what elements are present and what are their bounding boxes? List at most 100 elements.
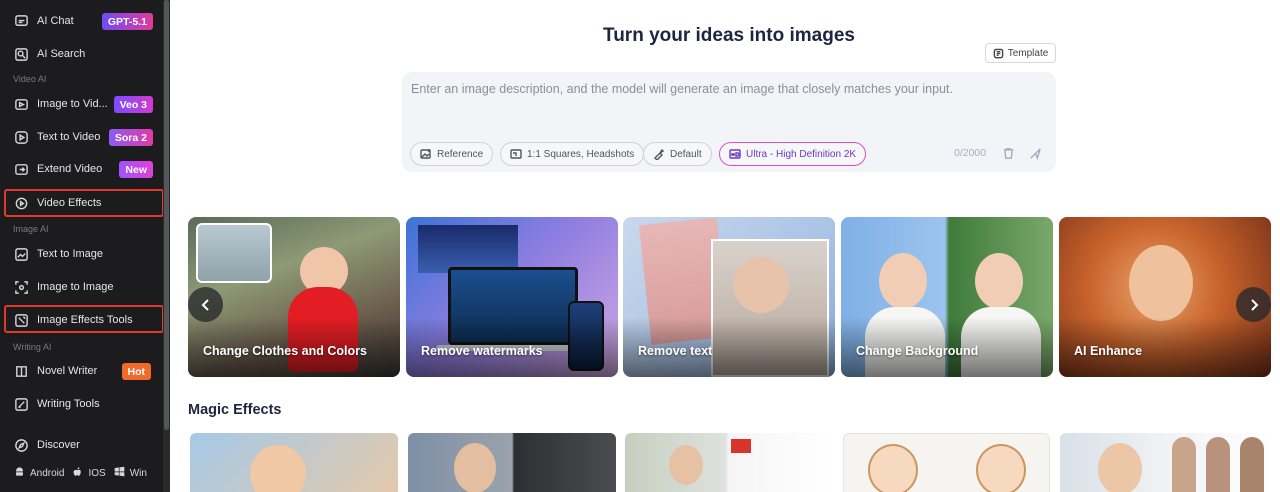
- card-label: Remove watermarks: [421, 344, 543, 358]
- section-writing-ai: Writing AI: [13, 342, 52, 352]
- chevron-left-icon: [201, 298, 209, 311]
- model-face: [733, 257, 789, 313]
- carousel-next-button[interactable]: [1236, 287, 1271, 322]
- child-face: [1129, 245, 1193, 321]
- sidebar-item-text-to-video[interactable]: Text to Video Sora 2: [0, 123, 163, 151]
- section-image-ai: Image AI: [13, 224, 49, 234]
- magic-effects-title: Magic Effects: [188, 402, 282, 418]
- cartoon-face-right: [976, 444, 1026, 492]
- template-button[interactable]: Template: [985, 43, 1056, 63]
- model-figure-3: [1240, 437, 1264, 492]
- apple-icon[interactable]: [72, 466, 83, 480]
- carousel-prev-button[interactable]: [188, 287, 223, 322]
- card-remove-watermarks[interactable]: Remove watermarks: [406, 217, 618, 377]
- card-label: Change Background: [856, 344, 979, 358]
- text-image-icon: [14, 247, 29, 262]
- sidebar-item-label: Writing Tools: [37, 398, 100, 410]
- image-image-icon: [14, 280, 29, 295]
- prompt-input[interactable]: Enter an image description, and the mode…: [411, 82, 1031, 96]
- book-icon: [14, 364, 29, 379]
- woman-face: [454, 443, 496, 492]
- sidebar-item-label: Image to Image: [37, 281, 114, 293]
- sidebar-item-text-to-image[interactable]: Text to Image: [0, 240, 163, 268]
- sidebar-scrollbar[interactable]: [163, 0, 170, 492]
- girl-face-right: [975, 253, 1023, 309]
- cartoon-face-left: [868, 444, 918, 492]
- hot-badge: Hot: [121, 363, 151, 380]
- effect-card-3[interactable]: [625, 433, 833, 492]
- card-label: AI Enhance: [1074, 344, 1143, 358]
- model-figure-2: [1206, 437, 1230, 492]
- sidebar-item-novel-writer[interactable]: Novel Writer Hot: [0, 357, 163, 385]
- image-effects-highlight: [4, 305, 164, 333]
- sidebar-item-label: Discover: [37, 439, 80, 451]
- sidebar-item-label: Image to Vid...: [37, 98, 108, 110]
- sidebar-item-label: Text to Image: [37, 248, 104, 260]
- char-counter: 0/2000: [954, 147, 987, 159]
- pen-icon: [14, 397, 29, 412]
- section-video-ai: Video AI: [13, 74, 47, 84]
- app-root: AI Chat GPT-5.1 AI Search Video AI Image…: [0, 0, 1280, 492]
- win-link[interactable]: Win: [130, 468, 147, 479]
- sora-badge: Sora 2: [108, 129, 153, 146]
- chip-label: Reference: [437, 148, 484, 160]
- windows-icon[interactable]: [114, 466, 125, 480]
- android-icon[interactable]: [14, 466, 25, 480]
- sidebar-item-image-to-image[interactable]: Image to Image: [0, 273, 163, 301]
- brush-icon: [654, 148, 665, 160]
- chip-label: 1:1 Squares, Headshots: [527, 148, 635, 160]
- sidebar-item-label: Extend Video: [37, 163, 103, 175]
- hd-icon: [729, 149, 741, 159]
- aspect-icon: [510, 149, 522, 159]
- quality-chip[interactable]: Ultra - High Definition 2K: [719, 142, 867, 166]
- thumbnail-original: [196, 223, 272, 283]
- woman-face: [669, 445, 703, 485]
- android-link[interactable]: Android: [30, 468, 64, 479]
- sidebar-item-extend-video[interactable]: Extend Video New: [0, 155, 163, 183]
- sidebar-item-label: AI Search: [37, 48, 86, 60]
- effect-card-1[interactable]: [190, 433, 398, 492]
- effect-card-4[interactable]: [843, 433, 1050, 492]
- template-icon: [993, 48, 1004, 58]
- effect-card-5[interactable]: [1060, 433, 1271, 492]
- video-effects-highlight: [4, 189, 164, 217]
- prompt-box[interactable]: Enter an image description, and the mode…: [402, 72, 1056, 172]
- image-video-icon: [14, 97, 29, 112]
- anime-face: [250, 445, 306, 492]
- veo-badge: Veo 3: [113, 96, 153, 113]
- scrollbar-thumb[interactable]: [164, 0, 169, 430]
- reference-chip[interactable]: Reference: [410, 142, 494, 166]
- sidebar-item-label: Text to Video: [37, 131, 101, 143]
- girl-face-left: [879, 253, 927, 309]
- sidebar-item-discover[interactable]: Discover: [0, 431, 163, 459]
- send-icon[interactable]: [1029, 147, 1042, 161]
- new-badge: New: [119, 161, 153, 178]
- chevron-right-icon: [1250, 298, 1258, 311]
- sidebar-item-label: Novel Writer: [37, 365, 98, 377]
- image-plus-icon: [420, 149, 431, 159]
- template-label: Template: [1007, 47, 1049, 59]
- page-title: Turn your ideas into images: [603, 25, 855, 46]
- card-change-background[interactable]: Change Background: [841, 217, 1053, 377]
- effect-card-2[interactable]: [408, 433, 616, 492]
- play-icon: [14, 130, 29, 145]
- sidebar-item-image-to-video[interactable]: Image to Vid... Veo 3: [0, 90, 163, 118]
- search-icon: [14, 47, 29, 62]
- chip-label: Default: [670, 148, 702, 160]
- card-remove-text[interactable]: Remove text: [623, 217, 835, 377]
- ios-link[interactable]: IOS: [88, 468, 105, 479]
- compass-icon: [14, 438, 29, 453]
- style-chip[interactable]: Default: [643, 142, 712, 166]
- sidebar: AI Chat GPT-5.1 AI Search Video AI Image…: [0, 0, 164, 492]
- extend-icon: [14, 162, 29, 177]
- platform-links: Android IOS Win: [14, 466, 147, 480]
- sidebar-item-writing-tools[interactable]: Writing Tools: [0, 390, 163, 418]
- aspect-ratio-chip[interactable]: 1:1 Squares, Headshots: [500, 142, 645, 166]
- woman-face: [1098, 443, 1142, 492]
- red-logo: [731, 439, 751, 453]
- chip-label: Ultra - High Definition 2K: [746, 148, 857, 160]
- model-figure-1: [1172, 437, 1196, 492]
- watermark-thumb: [418, 225, 518, 273]
- trash-icon[interactable]: [1002, 147, 1015, 160]
- card-label: Remove text: [638, 344, 713, 358]
